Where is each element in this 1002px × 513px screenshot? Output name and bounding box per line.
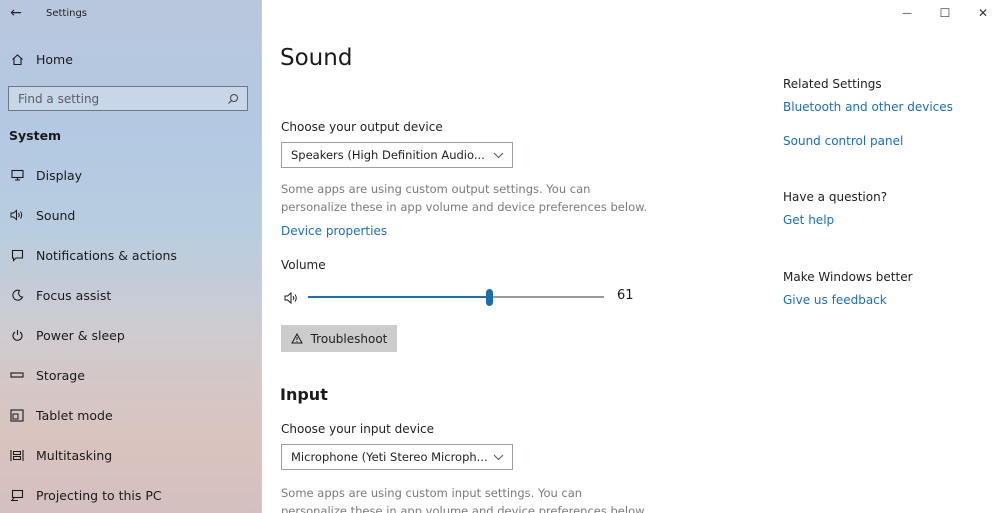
- titlebar-left: ← Settings: [0, 0, 262, 26]
- sidebar-item-label: Tablet mode: [36, 407, 113, 423]
- sidebar-item-label: Focus assist: [36, 287, 112, 303]
- warning-icon: [290, 333, 303, 344]
- feedback-heading: Make Windows better: [783, 270, 913, 284]
- sound-icon: [10, 208, 24, 222]
- give-feedback-link[interactable]: Give us feedback: [783, 293, 887, 307]
- sidebar-item-sound[interactable]: Sound: [0, 195, 262, 235]
- nav-home-label: Home: [36, 51, 73, 67]
- projecting-icon: [10, 488, 24, 502]
- volume-slider-fill: [308, 296, 489, 298]
- maximize-icon: ☐: [939, 6, 951, 20]
- search-input[interactable]: [18, 91, 218, 106]
- page-title: Sound: [280, 45, 353, 71]
- search-icon[interactable]: [227, 93, 239, 105]
- close-button[interactable]: ✕: [964, 0, 1002, 26]
- speaker-icon[interactable]: [284, 290, 300, 305]
- volume-slider-thumb[interactable]: [486, 289, 493, 306]
- input-device-dropdown[interactable]: Microphone (Yeti Stereo Microph...: [281, 444, 513, 470]
- window-controls: — ☐ ✕: [888, 0, 1002, 26]
- sidebar-item-label: Projecting to this PC: [36, 487, 162, 503]
- input-help-text: Some apps are using custom input setting…: [281, 486, 648, 513]
- sound-control-panel-link[interactable]: Sound control panel: [783, 134, 903, 148]
- sidebar-item-label: Display: [36, 167, 83, 183]
- output-device-dropdown[interactable]: Speakers (High Definition Audio...: [281, 142, 513, 168]
- multitasking-icon: [10, 448, 24, 462]
- input-section-title: Input: [280, 385, 328, 404]
- sidebar-item-label: Sound: [36, 207, 76, 223]
- sidebar-item-focus-assist[interactable]: Focus assist: [0, 275, 262, 315]
- input-device-value: Microphone (Yeti Stereo Microph...: [291, 450, 488, 464]
- troubleshoot-button[interactable]: Troubleshoot: [281, 325, 397, 352]
- power-icon: [10, 328, 24, 342]
- bluetooth-devices-link[interactable]: Bluetooth and other devices: [783, 100, 953, 114]
- get-help-link[interactable]: Get help: [783, 213, 834, 227]
- nav-list: Display Sound Notifications & actions Fo…: [0, 155, 262, 513]
- output-device-label: Choose your output device: [281, 120, 443, 134]
- tablet-mode-icon: [10, 408, 24, 422]
- sidebar-item-label: Notifications & actions: [36, 247, 177, 263]
- main-content: — ☐ ✕ Sound Choose your output device Sp…: [262, 0, 1002, 513]
- section-label-system: System: [9, 128, 62, 143]
- sidebar-item-power-sleep[interactable]: Power & sleep: [0, 315, 262, 355]
- home-icon: [10, 52, 24, 66]
- sidebar-item-label: Storage: [36, 367, 85, 383]
- back-arrow-icon: ←: [10, 5, 22, 21]
- sidebar-item-multitasking[interactable]: Multitasking: [0, 435, 262, 475]
- volume-slider[interactable]: [308, 289, 604, 306]
- output-help-text: Some apps are using custom output settin…: [281, 182, 648, 214]
- search-box[interactable]: [8, 86, 248, 111]
- display-icon: [10, 168, 24, 182]
- chevron-down-icon: [492, 451, 504, 463]
- volume-row: 61: [284, 287, 644, 307]
- question-heading: Have a question?: [783, 190, 888, 204]
- minimize-icon: —: [902, 7, 912, 19]
- minimize-button[interactable]: —: [888, 0, 926, 26]
- related-settings-heading: Related Settings: [783, 77, 882, 91]
- maximize-button[interactable]: ☐: [926, 0, 964, 26]
- back-button[interactable]: ←: [0, 0, 32, 26]
- notifications-icon: [10, 248, 24, 262]
- sidebar-item-projecting[interactable]: Projecting to this PC: [0, 475, 262, 513]
- chevron-down-icon: [492, 149, 504, 161]
- sidebar-item-storage[interactable]: Storage: [0, 355, 262, 395]
- focus-assist-icon: [10, 288, 24, 302]
- close-icon: ✕: [977, 6, 989, 20]
- app-title: Settings: [46, 7, 88, 19]
- storage-icon: [10, 368, 24, 382]
- troubleshoot-label: Troubleshoot: [310, 331, 388, 346]
- sidebar-item-tablet-mode[interactable]: Tablet mode: [0, 395, 262, 435]
- output-device-value: Speakers (High Definition Audio...: [291, 148, 485, 162]
- volume-label: Volume: [281, 258, 326, 272]
- input-device-label: Choose your input device: [281, 422, 435, 436]
- sidebar-item-label: Multitasking: [36, 447, 113, 463]
- sidebar: ← Settings Home System Display Sound: [0, 0, 262, 513]
- nav-home[interactable]: Home: [0, 46, 262, 72]
- sidebar-item-notifications[interactable]: Notifications & actions: [0, 235, 262, 275]
- device-properties-link[interactable]: Device properties: [281, 224, 387, 238]
- sidebar-item-display[interactable]: Display: [0, 155, 262, 195]
- sidebar-item-label: Power & sleep: [36, 327, 125, 343]
- volume-value: 61: [617, 288, 634, 303]
